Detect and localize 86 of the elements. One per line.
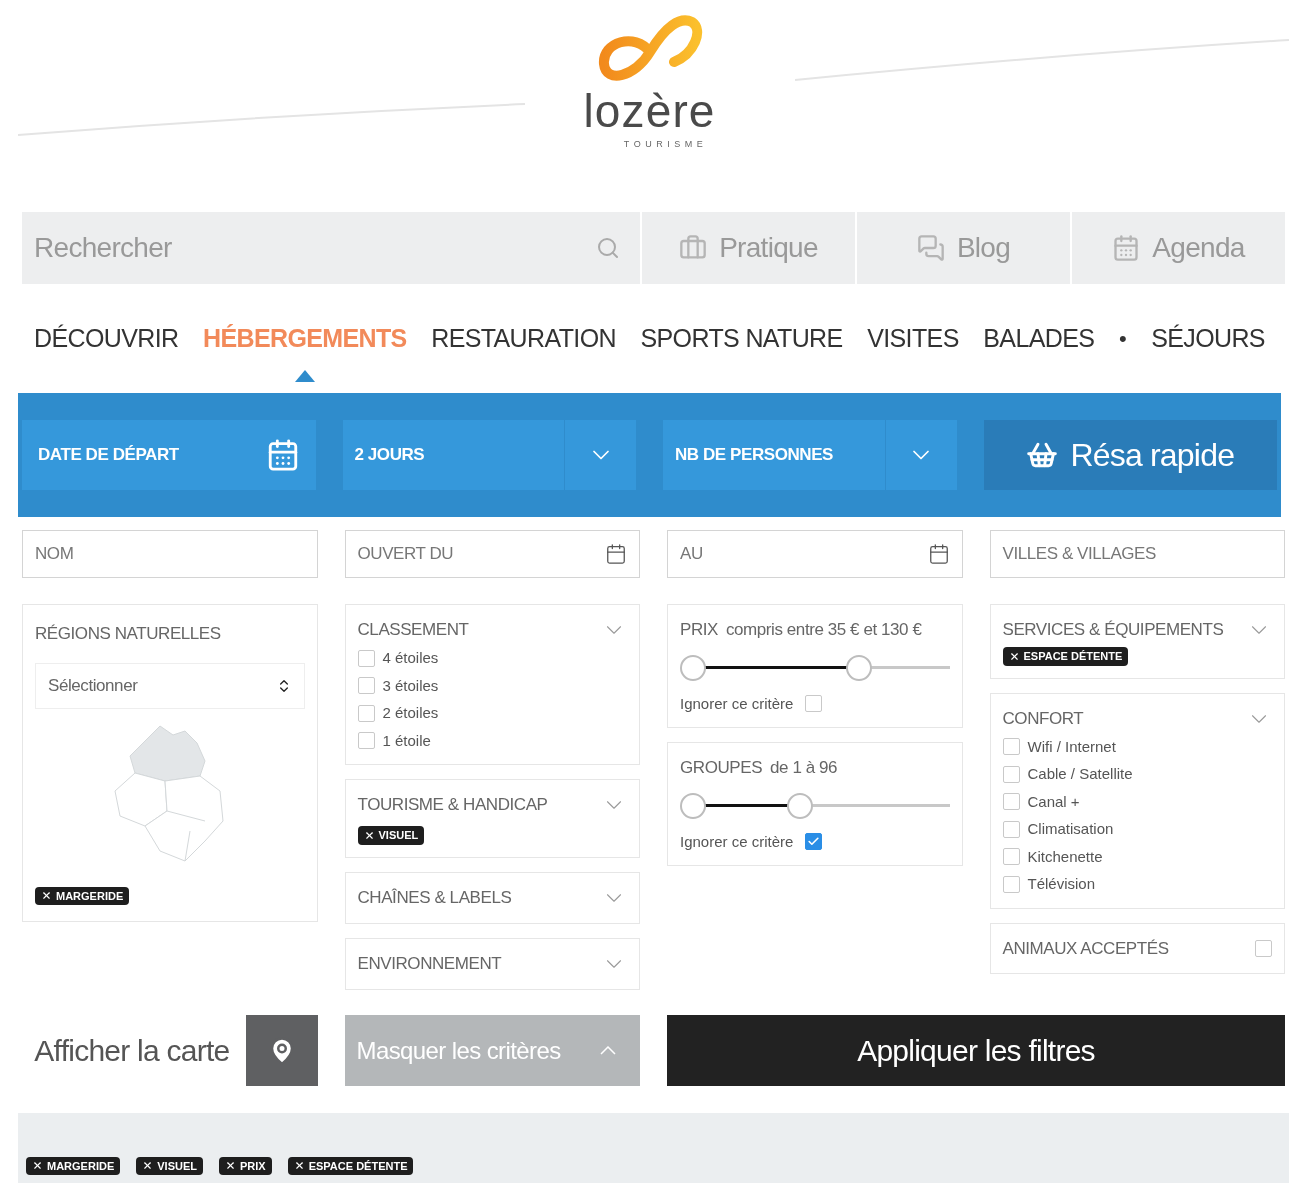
slider-thumb[interactable] bbox=[845, 654, 872, 681]
checkbox-label: Télévision bbox=[1027, 874, 1096, 894]
checkbox[interactable] bbox=[1002, 738, 1020, 756]
range-value: compris entre 35 € et 130 € bbox=[726, 619, 922, 641]
checkbox[interactable] bbox=[357, 704, 375, 722]
close-icon bbox=[293, 1160, 305, 1172]
checkbox[interactable] bbox=[357, 732, 375, 750]
nav-link[interactable]: BALADES bbox=[983, 319, 1095, 358]
checkbox[interactable] bbox=[1002, 820, 1020, 838]
close-icon bbox=[32, 1160, 43, 1172]
checkbox-label: Wifi / Internet bbox=[1027, 736, 1116, 757]
section-title: CLASSEMENT bbox=[357, 619, 469, 642]
checkbox[interactable] bbox=[1002, 848, 1020, 866]
filter-tag[interactable]: PRIX bbox=[218, 1156, 272, 1175]
checkbox[interactable] bbox=[1002, 793, 1020, 811]
checkbox-label: Canal + bbox=[1027, 791, 1080, 812]
close-icon bbox=[41, 890, 52, 902]
close-icon bbox=[1008, 650, 1020, 662]
close-icon bbox=[142, 1160, 154, 1172]
slider-thumb[interactable] bbox=[787, 792, 814, 819]
logo-tagline: TOURISME bbox=[623, 138, 708, 151]
nav-link[interactable]: VISITES bbox=[867, 319, 959, 358]
section-title: RÉGIONS NATURELLES bbox=[35, 623, 222, 645]
checkbox-label: 2 étoiles bbox=[382, 703, 439, 723]
checkbox-label: Climatisation bbox=[1027, 819, 1114, 839]
checkbox-label: ANIMAUX ACCEPTÉS bbox=[1002, 937, 1169, 960]
checkbox-label: 3 étoiles bbox=[382, 675, 439, 696]
calendar-icon[interactable] bbox=[927, 543, 950, 565]
slider-thumb[interactable] bbox=[680, 654, 706, 681]
section-title: TOURISME & HANDICAP bbox=[357, 794, 548, 817]
range-slider[interactable] bbox=[680, 654, 950, 681]
chevron-up-icon bbox=[600, 1046, 616, 1055]
quick-booking-button[interactable]: Résa rapide bbox=[983, 420, 1277, 490]
range-label: GROUPES bbox=[680, 757, 763, 779]
filter-tag[interactable]: ESPACE DÉTENTE bbox=[1002, 647, 1129, 666]
logo-wordmark: lozère bbox=[583, 88, 716, 134]
briefcase-icon bbox=[679, 234, 708, 262]
close-icon bbox=[224, 1160, 236, 1172]
map-button[interactable] bbox=[245, 1015, 318, 1086]
checkbox-label: 4 étoiles bbox=[382, 648, 439, 668]
input-field[interactable]: NOM bbox=[22, 530, 318, 578]
checkbox-label: Ignorer ce critère bbox=[680, 693, 794, 714]
filter-tag[interactable]: ESPACE DÉTENTE bbox=[287, 1156, 414, 1175]
section-title: SERVICES & ÉQUIPEMENTS bbox=[1002, 619, 1224, 642]
input-field[interactable]: AU bbox=[667, 530, 963, 578]
checkbox-label: Cable / Satellite bbox=[1027, 764, 1133, 784]
checkbox[interactable] bbox=[1002, 875, 1020, 893]
nav-link[interactable]: RESTAURATION bbox=[431, 319, 616, 358]
checkbox-label: Kitchenette bbox=[1027, 846, 1103, 867]
section-title: CONFORT bbox=[1002, 707, 1084, 730]
checkbox[interactable] bbox=[1002, 765, 1020, 783]
input-field[interactable]: VILLES & VILLAGES bbox=[989, 530, 1285, 578]
range-label: PRIX bbox=[680, 619, 718, 641]
section-title: ENVIRONNEMENT bbox=[357, 952, 502, 975]
duration-select[interactable]: 2 JOURS bbox=[342, 420, 636, 490]
nav-link[interactable]: DÉCOUVRIR bbox=[34, 319, 179, 358]
filter-tag[interactable]: VISUEL bbox=[357, 826, 425, 845]
nav-link[interactable]: SÉJOURS bbox=[1151, 319, 1265, 358]
checkbox[interactable] bbox=[1255, 939, 1272, 957]
filter-tag[interactable]: VISUEL bbox=[136, 1156, 203, 1175]
map-toggle-label: Afficher la carte bbox=[34, 1033, 230, 1069]
checkbox[interactable] bbox=[805, 833, 823, 851]
range-slider[interactable] bbox=[680, 792, 950, 819]
region-select[interactable]: Sélectionner bbox=[35, 662, 305, 709]
checkbox[interactable] bbox=[357, 677, 375, 695]
range-value: de 1 à 96 bbox=[770, 757, 838, 779]
calendar-icon[interactable] bbox=[605, 543, 627, 565]
section-title: CHAÎNES & LABELS bbox=[357, 886, 512, 909]
chat-icon bbox=[916, 234, 945, 262]
filter-tag[interactable]: MARGERIDE bbox=[35, 886, 130, 905]
date-field[interactable]: DATE DE DÉPART bbox=[22, 420, 316, 490]
checkbox[interactable] bbox=[805, 695, 823, 713]
filter-tag[interactable]: MARGERIDE bbox=[26, 1156, 121, 1175]
separator: • bbox=[1118, 325, 1127, 353]
slider-thumb[interactable] bbox=[680, 792, 706, 819]
pointer-triangle bbox=[294, 369, 315, 382]
persons-select[interactable]: NB DE PERSONNES bbox=[663, 420, 957, 490]
nav-link[interactable]: SPORTS NATURE bbox=[640, 319, 843, 358]
checkbox[interactable] bbox=[357, 649, 375, 667]
search-icon[interactable] bbox=[596, 236, 620, 260]
input-field[interactable]: OUVERT DU bbox=[344, 530, 640, 578]
calendar-icon bbox=[1112, 234, 1141, 262]
close-icon bbox=[363, 829, 375, 841]
checkbox-label: Ignorer ce critère bbox=[680, 831, 794, 852]
checkbox-label: 1 étoile bbox=[382, 730, 431, 751]
apply-filters-button[interactable]: Appliquer les filtres bbox=[667, 1015, 1285, 1086]
